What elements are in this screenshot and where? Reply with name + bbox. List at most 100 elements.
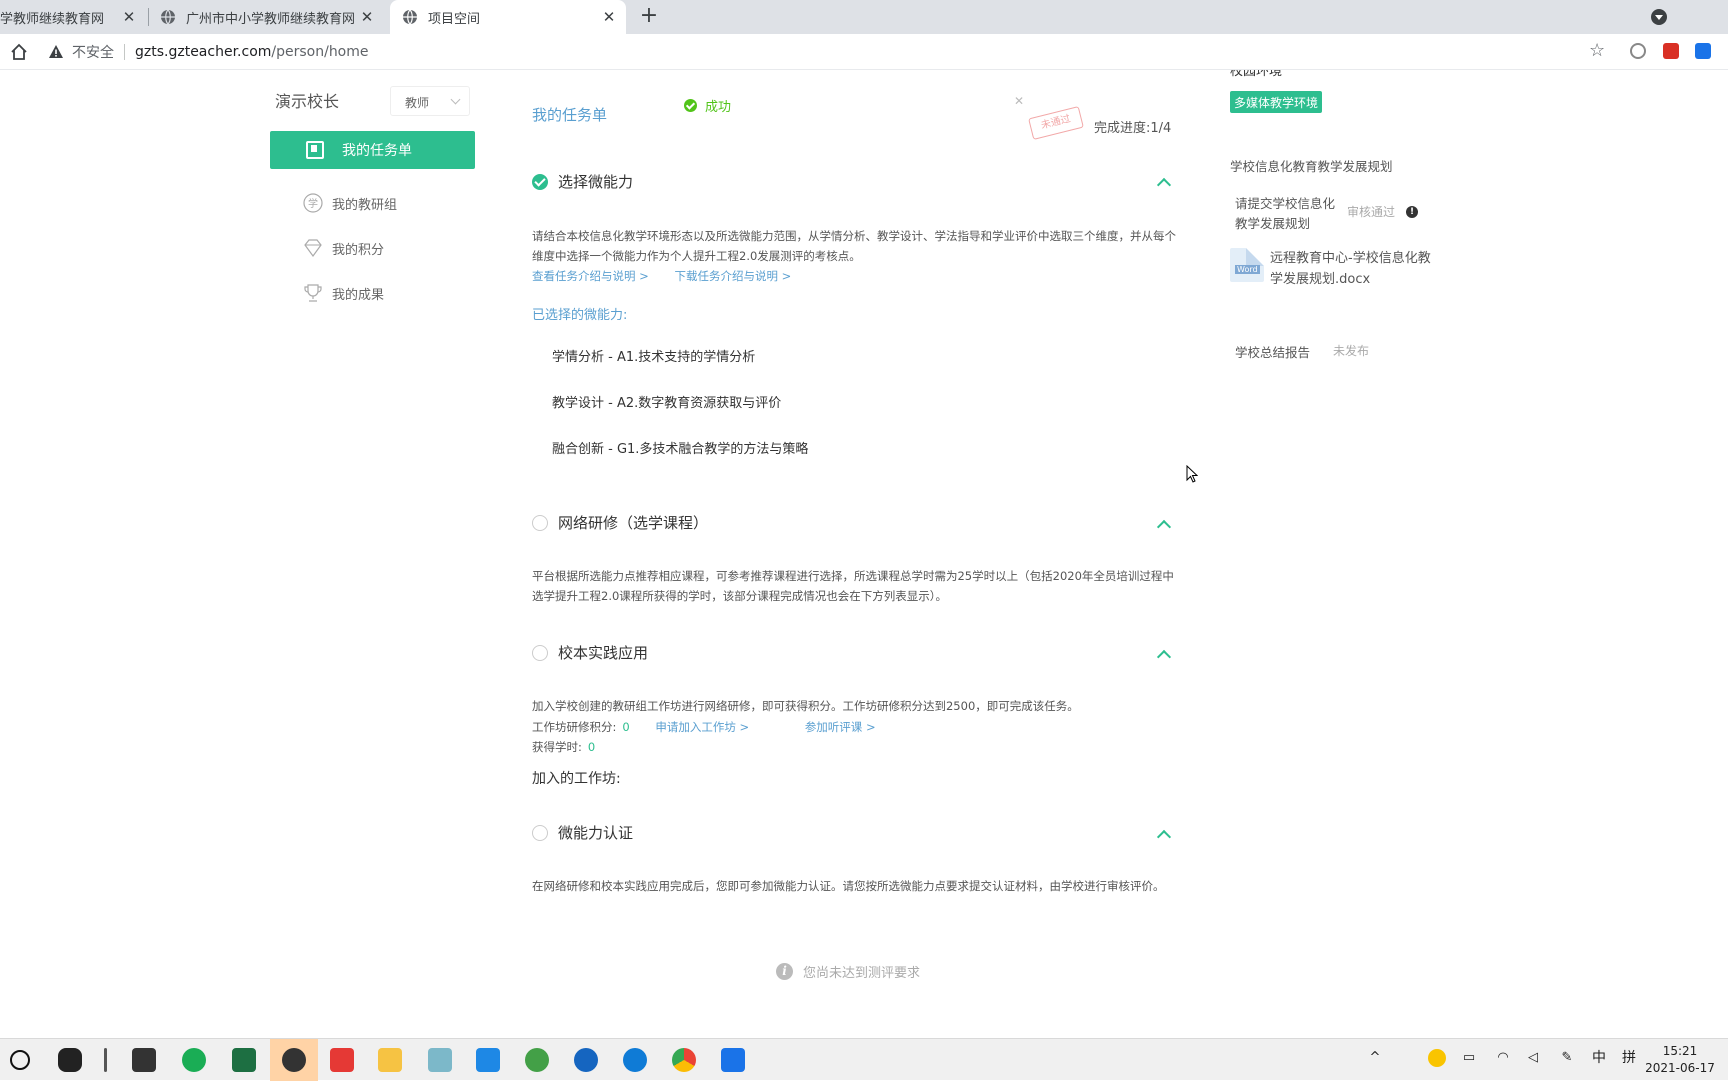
task-links: 查看任务介绍与说明 > 下载任务介绍与说明 > [532, 268, 813, 284]
study-group-icon: 学 [303, 193, 323, 213]
section-header-online-study[interactable]: 网络研修（选学课程） [532, 512, 708, 533]
chevron-up-icon[interactable]: ^ [1366, 1049, 1384, 1067]
warning-icon[interactable] [48, 44, 64, 60]
ime-pinyin[interactable]: 拼 [1620, 1049, 1638, 1067]
environment-tag: 多媒体教学环境 [1230, 91, 1323, 113]
file-explorer-icon[interactable] [378, 1048, 402, 1072]
ime-mode[interactable]: 中 [1590, 1049, 1608, 1067]
plan-status-badge: 审核通过 [1347, 205, 1396, 219]
store-icon[interactable] [132, 1048, 156, 1072]
app-icon[interactable] [282, 1048, 306, 1072]
new-tab-button[interactable]: + [637, 5, 661, 29]
pen-icon[interactable]: ✎ [1558, 1049, 1576, 1067]
hours-label: 获得学时: [532, 740, 582, 754]
search-circle-icon[interactable] [10, 1050, 30, 1070]
view-task-intro-link[interactable]: 查看任务介绍与说明 > [532, 269, 649, 283]
address-bar[interactable]: 不安全 gzts.gzteacher.com/person/home [48, 36, 1608, 68]
home-icon[interactable] [8, 41, 30, 63]
section-header-school-practice[interactable]: 校本实践应用 [532, 642, 648, 663]
tab-close-icon[interactable]: ✕ [600, 8, 618, 26]
chevron-up-icon[interactable] [1156, 519, 1172, 535]
security-label: 不安全 [72, 45, 114, 61]
extension-icon[interactable] [1695, 43, 1711, 59]
status-stamp: 未通过 [1028, 106, 1084, 140]
close-icon[interactable]: ✕ [1014, 94, 1024, 108]
apply-workshop-link[interactable]: 申请加入工作坊 > [655, 720, 749, 734]
sidebar-item-label: 我的任务单 [342, 143, 412, 159]
word-file-icon[interactable]: Word [1230, 248, 1264, 282]
url-path: /person/home [271, 44, 369, 60]
tray-app-icon[interactable] [1428, 1049, 1446, 1067]
points-icon [304, 239, 322, 258]
section-header-certification[interactable]: 微能力认证 [532, 822, 633, 843]
chevron-up-icon[interactable] [1156, 829, 1172, 845]
chrome-icon[interactable] [672, 1048, 696, 1072]
download-task-intro-link[interactable]: 下载任务介绍与说明 > [674, 269, 791, 283]
role-select[interactable]: 教师 [390, 86, 470, 116]
windows-taskbar: ^ ▭ ◠ ◁ ✎ 中 拼 15:21 2021-06-17 [0, 1038, 1728, 1081]
browser-toolbar: 不安全 gzts.gzteacher.com/person/home ☆ [0, 34, 1728, 70]
points-label: 工作坊研修积分: [532, 720, 617, 734]
tab-close-icon[interactable]: ✕ [358, 8, 376, 26]
file-type-badge: Word [1235, 265, 1260, 274]
app-icon[interactable] [330, 1048, 354, 1072]
sidebar-item-study-group[interactable]: 学 我的教研组 [302, 191, 397, 215]
browser-tab[interactable]: 学教师继续教育网 ✕ [0, 0, 146, 34]
browser-tab[interactable]: 广州市中小学教师继续教育网 ✕ [152, 0, 384, 34]
app-icon[interactable] [525, 1048, 549, 1072]
clock[interactable]: 15:21 2021-06-17 [1640, 1043, 1720, 1077]
username: 演示校长 [275, 92, 340, 111]
app-icon[interactable] [58, 1048, 82, 1072]
task-list-icon [306, 141, 324, 159]
section-description: 平台根据所选能力点推荐相应课程，可参考推荐课程进行选择，所选课程总学时需为25学… [532, 569, 1174, 603]
app-icon[interactable] [574, 1048, 598, 1072]
sidebar-item-tasks[interactable]: 我的任务单 [270, 131, 475, 169]
wifi-icon[interactable]: ◠ [1494, 1049, 1512, 1067]
browser-tab-active[interactable]: 项目空间 ✕ [390, 0, 626, 34]
selected-ability-item: 教学设计 - A2.数字教育资源获取与评价 [552, 396, 782, 411]
sidebar-item-label: 我的积分 [332, 242, 385, 258]
hours-value: 0 [587, 740, 596, 754]
section-header-micro-ability[interactable]: 选择微能力 [532, 171, 633, 192]
battery-icon[interactable]: ▭ [1460, 1049, 1478, 1067]
join-lesson-review-link[interactable]: 参加听评课 > [805, 720, 876, 734]
pending-circle-icon [532, 644, 548, 661]
chevron-up-icon[interactable] [1156, 649, 1172, 665]
tab-title: 项目空间 [428, 11, 481, 27]
file-link[interactable]: 远程教育中心-学校信息化教学发展规划.docx [1270, 248, 1440, 290]
tab-separator [148, 8, 149, 26]
app-icon[interactable] [721, 1048, 745, 1072]
sidebar-item-points[interactable]: 我的积分 [302, 236, 384, 260]
extension-icon[interactable] [1630, 43, 1646, 59]
success-toast: 成功 [684, 96, 731, 115]
plan-request-text: 请提交学校信息化教学发展规划 [1235, 196, 1336, 231]
tab-search-icon[interactable] [1651, 9, 1667, 25]
app-icon[interactable] [428, 1048, 452, 1072]
completed-check-icon [532, 173, 548, 190]
role-select-value: 教师 [405, 96, 430, 110]
bookmark-star-icon[interactable]: ☆ [1589, 41, 1609, 61]
toast-text: 成功 [705, 100, 732, 115]
pending-circle-icon [532, 824, 548, 841]
joined-workshops-label: 加入的工作坊: [532, 771, 621, 787]
sidebar-item-achievements[interactable]: 我的成果 [302, 281, 384, 305]
sidebar-item-label: 我的教研组 [332, 197, 398, 213]
tab-close-icon[interactable]: ✕ [120, 8, 138, 26]
extension-icon[interactable] [1663, 43, 1679, 59]
chevron-up-icon[interactable] [1156, 177, 1172, 193]
mouse-cursor-icon [1186, 465, 1198, 483]
section-label-cut: 校园环境 [1230, 70, 1283, 79]
selected-ability-item: 融合创新 - G1.多技术融合教学的方法与策略 [552, 442, 809, 457]
globe-icon [161, 9, 175, 25]
speaker-icon[interactable]: ◁ [1524, 1049, 1542, 1067]
word-app-icon[interactable] [476, 1048, 500, 1072]
divider-icon [104, 1048, 107, 1072]
chat-app-icon[interactable] [182, 1048, 206, 1072]
edge-icon[interactable] [623, 1048, 647, 1072]
info-icon[interactable]: ! [1406, 206, 1418, 218]
workshop-points-row: 工作坊研修积分: 0 申请加入工作坊 > 参加听评课 > [532, 719, 876, 735]
pending-circle-icon [532, 514, 548, 531]
clock-date: 2021-06-17 [1645, 1061, 1715, 1075]
excel-icon[interactable] [232, 1048, 256, 1072]
hours-row: 获得学时: 0 [532, 739, 595, 755]
